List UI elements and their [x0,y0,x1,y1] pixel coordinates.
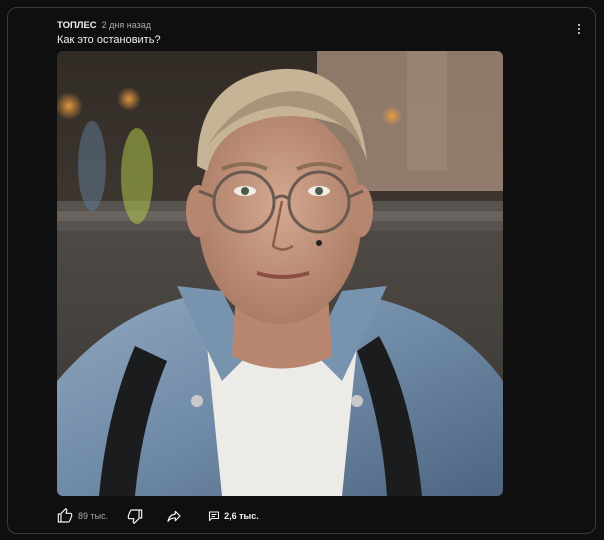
comment-count: 2,6 тыс. [224,511,259,521]
share-arrow-icon [167,510,181,522]
post-text: Как это остановить? [57,34,161,46]
post-actions-bar: 89 тыс. 2,6 тыс. [52,504,263,528]
more-vertical-icon [577,23,581,26]
post-meta: ТОПЛЕС 2 дня назад [57,18,151,32]
share-button[interactable] [162,508,186,524]
post-timestamp[interactable]: 2 дня назад [102,20,151,30]
thumb-down-icon [127,509,143,524]
comment-lines-icon [209,511,220,522]
like-count: 89 тыс. [78,511,109,521]
channel-name[interactable]: ТОПЛЕС [57,20,97,31]
thumb-up-icon [57,508,73,523]
more-actions-button[interactable] [574,22,584,40]
community-post-card: ТОПЛЕС 2 дня назад Как это остановить? 8… [7,7,596,534]
dislike-button[interactable] [123,508,147,524]
portrait-photo [57,51,503,496]
post-image[interactable] [57,51,503,496]
comments-button[interactable]: 2,6 тыс. [204,510,263,522]
like-button[interactable]: 89 тыс. [52,508,113,524]
